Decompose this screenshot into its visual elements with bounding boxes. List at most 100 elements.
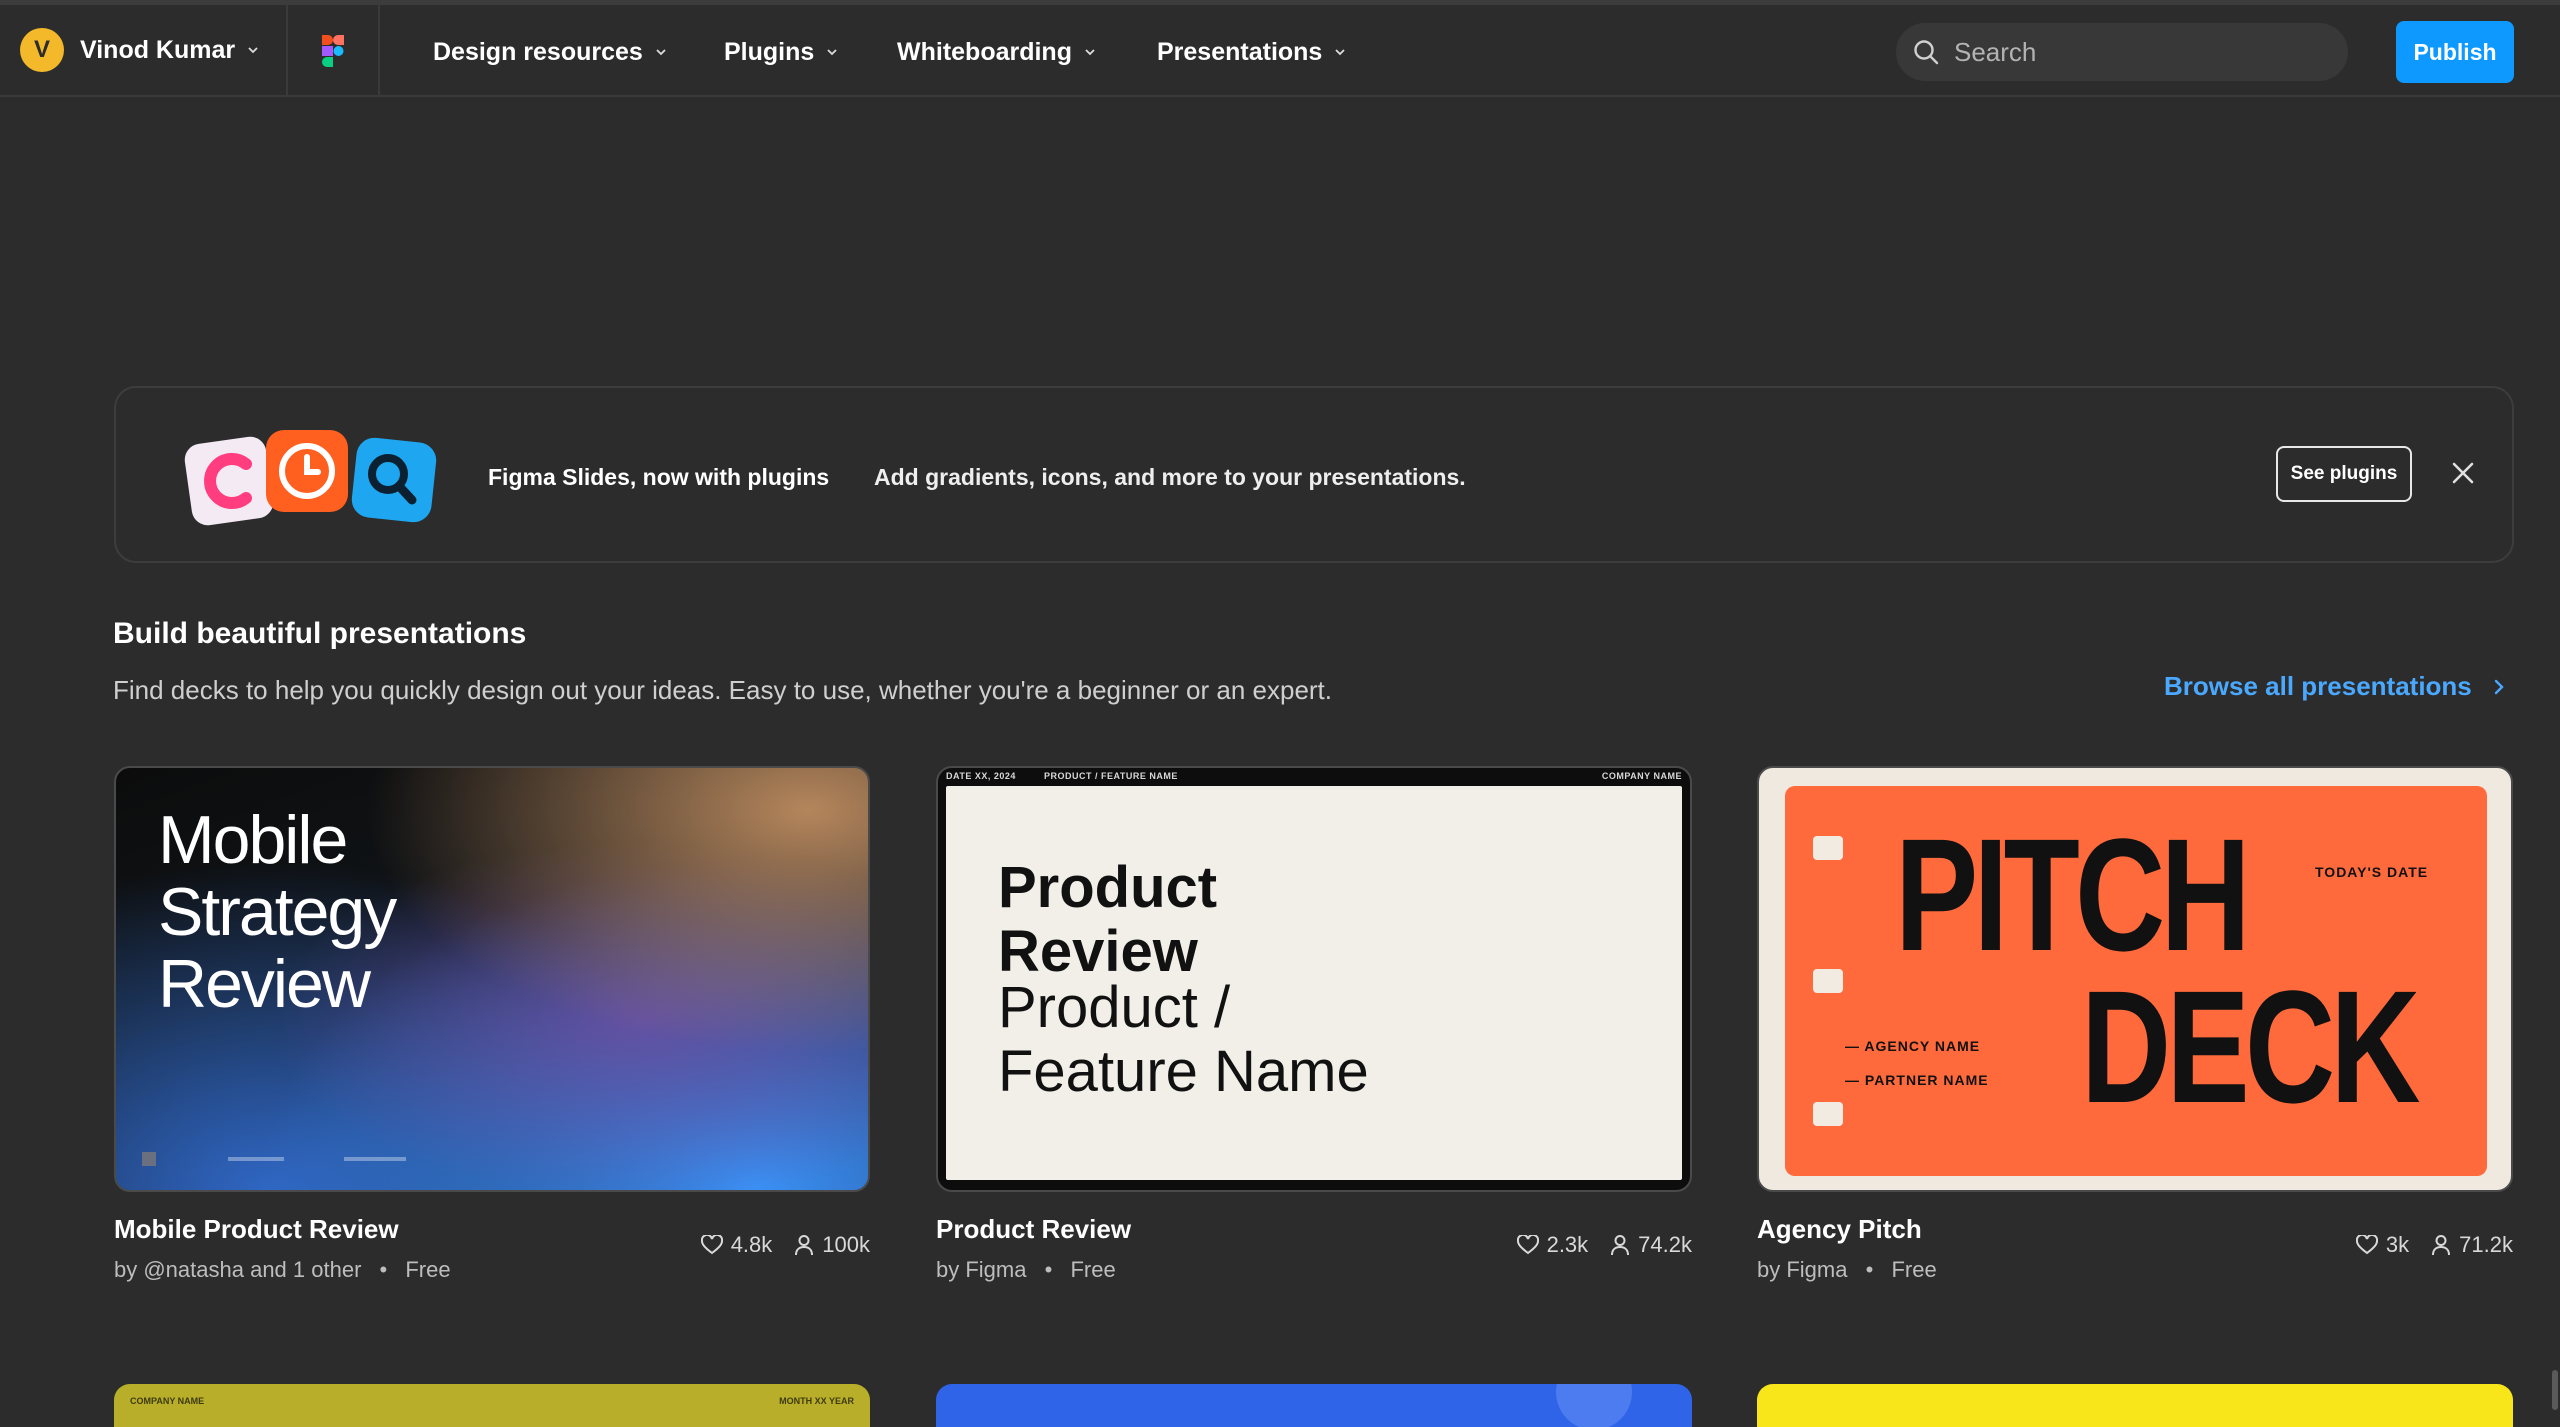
section-subtitle: Find decks to help you quickly design ou…: [113, 675, 1333, 705]
c-plugin-icon: [184, 436, 274, 526]
card-price: Free: [1891, 1257, 1937, 1282]
thumbnail-decoration: [1556, 1384, 1632, 1427]
card-meta: by Figma • Free: [1757, 1257, 1937, 1283]
search-bar[interactable]: [1896, 23, 2348, 81]
like-count: 2.3k: [1546, 1232, 1589, 1257]
card-title[interactable]: Product Review: [936, 1214, 1131, 1245]
template-thumbnail[interactable]: PITCH DECK TODAY'S DATE — AGENCY NAME — …: [1757, 766, 2513, 1192]
clock-plugin-icon: [266, 430, 348, 512]
chevron-down-icon: [248, 47, 258, 54]
card-author[interactable]: by @natasha and 1 other: [114, 1257, 361, 1282]
thumbnail-slide: PITCH DECK TODAY'S DATE — AGENCY NAME — …: [1785, 786, 2487, 1176]
card-stats: 4.8k 100k: [679, 1232, 870, 1258]
divider: [286, 5, 288, 97]
search-input[interactable]: [1954, 36, 2314, 68]
nav-whiteboarding[interactable]: Whiteboarding: [897, 32, 1096, 72]
card-price: Free: [405, 1257, 451, 1282]
divider: [378, 5, 380, 97]
user-menu[interactable]: V Vinod Kumar: [20, 27, 259, 73]
thumbnail-company: COMPANY NAME: [130, 1396, 205, 1406]
user-stat: 100k: [794, 1232, 870, 1258]
user-name: Vinod Kumar: [80, 35, 236, 64]
user-icon: [2432, 1235, 2451, 1256]
thumbnail-decoration: [1813, 836, 1843, 860]
user-count: 74.2k: [1638, 1232, 1692, 1257]
separator-dot: •: [379, 1257, 388, 1282]
thumbnail-decoration: [344, 1157, 406, 1161]
template-thumbnail[interactable]: Mobile Strategy Review: [114, 766, 870, 1192]
like-stat[interactable]: 2.3k: [1516, 1232, 1589, 1258]
template-thumbnail-peek[interactable]: COMPANY NAME MONTH XX YEAR: [114, 1384, 870, 1427]
template-thumbnail-peek[interactable]: [1757, 1384, 2513, 1427]
thumbnail-title: PITCH: [1895, 805, 2251, 984]
avatar: V: [20, 28, 64, 72]
chevron-down-icon: [656, 49, 666, 56]
user-stat: 74.2k: [1610, 1232, 1692, 1258]
like-stat[interactable]: 4.8k: [700, 1232, 773, 1258]
thumbnail-header-date: DATE XX, 2024: [946, 771, 1016, 781]
thumbnail-date: TODAY'S DATE: [2315, 864, 2429, 880]
user-count: 100k: [822, 1232, 870, 1257]
user-count: 71.2k: [2459, 1232, 2513, 1257]
publish-button[interactable]: Publish: [2396, 21, 2514, 83]
thumbnail-agency: — AGENCY NAME: [1845, 1038, 1981, 1054]
nav-plugins[interactable]: Plugins: [724, 32, 838, 72]
plugin-icons: [184, 430, 437, 526]
nav-label: Presentations: [1157, 37, 1323, 66]
nav-presentations[interactable]: Presentations: [1157, 32, 1346, 72]
chevron-down-icon: [1085, 49, 1095, 56]
thumbnail-decoration: [1813, 1102, 1843, 1126]
thumbnail-subtitle: Product / Feature Name: [998, 975, 1369, 1104]
like-count: 4.8k: [730, 1232, 773, 1257]
search-icon: [1914, 40, 1939, 65]
user-icon: [1611, 1235, 1630, 1256]
thumbnail-header-product: PRODUCT / FEATURE NAME: [1044, 771, 1178, 781]
card-title[interactable]: Agency Pitch: [1757, 1214, 1922, 1245]
scrollbar[interactable]: [2552, 1370, 2558, 1410]
template-thumbnail-peek[interactable]: [936, 1384, 1692, 1427]
thumbnail-partner: — PARTNER NAME: [1845, 1072, 1989, 1088]
user-icon: [795, 1235, 814, 1256]
separator-dot: •: [1865, 1257, 1874, 1282]
banner-title: Figma Slides, now with plugins: [488, 464, 830, 490]
chevron-down-icon: [1335, 49, 1345, 56]
section-title: Build beautiful presentations: [113, 617, 527, 650]
card-stats: 2.3k 74.2k: [1495, 1232, 1692, 1258]
close-icon[interactable]: [2450, 460, 2476, 486]
template-card[interactable]: PITCH DECK TODAY'S DATE — AGENCY NAME — …: [1757, 766, 2513, 1282]
card-author[interactable]: by Figma: [936, 1257, 1026, 1282]
card-meta: by Figma • Free: [936, 1257, 1116, 1283]
template-thumbnail[interactable]: DATE XX, 2024 PRODUCT / FEATURE NAME COM…: [936, 766, 1692, 1192]
browse-all-presentations-link[interactable]: Browse all presentations: [2164, 671, 2506, 702]
thumbnail-title: Mobile Strategy Review: [158, 802, 397, 1022]
user-stat: 71.2k: [2431, 1232, 2513, 1258]
thumbnail-decoration: [142, 1152, 156, 1166]
thumbnail-decoration: [1813, 969, 1843, 993]
separator-dot: •: [1044, 1257, 1053, 1282]
banner-description: Add gradients, icons, and more to your p…: [874, 464, 1466, 490]
template-card[interactable]: DATE XX, 2024 PRODUCT / FEATURE NAME COM…: [936, 766, 1692, 1282]
thumbnail-header-company: COMPANY NAME: [1601, 771, 1682, 781]
nav-design-resources[interactable]: Design resources: [433, 32, 667, 72]
chevron-right-icon: [2494, 679, 2504, 694]
thumbnail-decoration: [228, 1157, 284, 1161]
figma-logo-icon[interactable]: [318, 34, 348, 68]
like-stat[interactable]: 3k: [2355, 1232, 2409, 1258]
top-navigation: V Vinod Kumar Design resources Plugins W…: [0, 5, 2560, 97]
browse-link-label: Browse all presentations: [2164, 671, 2472, 701]
card-author[interactable]: by Figma: [1757, 1257, 1847, 1282]
see-plugins-button[interactable]: See plugins: [2276, 446, 2412, 502]
card-price: Free: [1070, 1257, 1116, 1282]
heart-icon: [1516, 1235, 1539, 1255]
template-card[interactable]: Mobile Strategy Review Mobile Product Re…: [114, 766, 870, 1282]
card-title[interactable]: Mobile Product Review: [114, 1214, 399, 1245]
thumbnail-date: MONTH XX YEAR: [779, 1396, 854, 1406]
promo-banner: Figma Slides, now with plugins Add gradi…: [114, 386, 2514, 563]
card-meta: by @natasha and 1 other • Free: [114, 1257, 451, 1283]
search-plugin-icon: [351, 437, 437, 523]
nav-label: Whiteboarding: [897, 37, 1072, 66]
nav-label: Design resources: [433, 37, 643, 66]
nav-label: Plugins: [724, 37, 815, 66]
heart-icon: [2355, 1235, 2378, 1255]
thumbnail-title: DECK: [2081, 957, 2421, 1136]
